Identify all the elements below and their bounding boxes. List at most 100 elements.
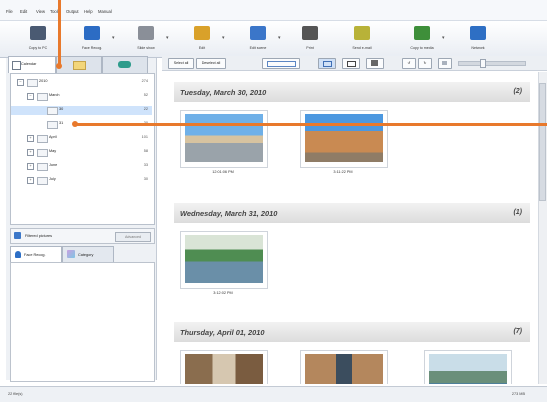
day-group-header[interactable]: Wednesday, March 31, 2010 (1) — [174, 203, 530, 223]
dropdown-caret-icon[interactable]: ▾ — [112, 35, 115, 41]
tree-item-count: 33 — [143, 163, 148, 167]
zoom-slider-handle[interactable] — [480, 59, 486, 68]
rotate-left-button[interactable]: ↺ — [402, 58, 416, 69]
tree-item[interactable]: − March 52 — [11, 92, 152, 101]
tree-item-count: 30 — [143, 177, 148, 181]
rotate-right-icon: ↻ — [423, 61, 427, 65]
tree-expander-icon[interactable]: + — [27, 177, 34, 184]
menu-item-edit[interactable]: Edit — [20, 9, 27, 14]
calendar-folder-icon — [37, 135, 48, 143]
tree-item[interactable]: + April 101 — [11, 134, 152, 143]
tree-item[interactable]: + June 33 — [11, 162, 152, 171]
sort-button[interactable] — [366, 58, 384, 69]
single-view-button[interactable] — [342, 58, 360, 69]
slide-show-button[interactable]: Slide show — [126, 24, 166, 54]
edit-scene-button[interactable]: Edit scene — [238, 24, 278, 54]
photo-thumbnail[interactable] — [300, 110, 388, 168]
edit-button[interactable]: Edit — [182, 24, 222, 54]
tree-item-label: 31 — [59, 121, 64, 125]
day-title: Thursday, April 01, 2010 — [180, 328, 265, 337]
dropdown-caret-icon[interactable]: ▾ — [166, 35, 169, 41]
callout-line-vertical — [58, 0, 61, 66]
calendar-folder-icon — [37, 93, 48, 101]
advanced-button[interactable]: Advanced — [115, 232, 151, 242]
day-title: Tuesday, March 30, 2010 — [180, 88, 267, 97]
dropdown-caret-icon[interactable]: ▾ — [442, 35, 445, 41]
tree-expander-icon[interactable]: + — [27, 135, 34, 142]
filter-label: Filtered pictures — [25, 234, 53, 238]
calendar-folder-icon — [37, 149, 48, 157]
photo-image — [429, 354, 507, 384]
print-button[interactable]: Print — [290, 24, 330, 54]
select-all-button[interactable]: Select all — [168, 58, 194, 69]
compare-view-button[interactable] — [262, 58, 300, 69]
photo-thumbnail[interactable] — [180, 110, 268, 168]
photo-thumbnail[interactable] — [300, 350, 388, 384]
photo-image — [305, 114, 383, 162]
tab-face-recog[interactable]: Face Recog. — [10, 246, 62, 263]
network-icon — [470, 26, 486, 40]
photo-thumbnail[interactable] — [180, 231, 268, 289]
single-view-icon — [347, 61, 356, 67]
copy-to-pc-button[interactable]: Copy to PC — [18, 24, 58, 54]
edit-icon — [194, 26, 210, 40]
filter-bar: Filtered pictures Advanced — [10, 228, 155, 244]
tree-expander-icon[interactable]: − — [17, 79, 24, 86]
menu-item-file[interactable]: File — [6, 9, 13, 14]
tree-expander-icon[interactable]: + — [27, 149, 34, 156]
menu-item-view[interactable]: View — [36, 9, 45, 14]
rotate-right-button[interactable]: ↻ — [418, 58, 432, 69]
copy-to-media-button[interactable]: Copy to media — [402, 24, 442, 54]
deselect-all-button[interactable]: Deselect all — [196, 58, 226, 69]
day-group-header[interactable]: Thursday, April 01, 2010 (7) — [174, 322, 530, 342]
day-photo-count: (7) — [513, 328, 522, 335]
person-icon — [15, 251, 21, 258]
category-icon — [67, 250, 75, 258]
day-photo-count: (1) — [513, 209, 522, 216]
face-recog-panel — [10, 262, 155, 382]
thumbnail-view-button[interactable] — [318, 58, 336, 69]
tab-category[interactable]: Category — [62, 246, 114, 263]
network-button[interactable]: Network — [458, 24, 498, 54]
scrollbar-thumb[interactable] — [539, 83, 546, 201]
calendar-folder-icon — [37, 177, 48, 185]
calendar-folder-icon — [37, 163, 48, 171]
toolbar-label: Edit scene — [249, 46, 267, 50]
status-size: 273 MB — [511, 392, 525, 396]
zoom-slider[interactable] — [458, 61, 526, 66]
copy-to-media-icon — [414, 26, 430, 40]
rotate-left-icon: ↺ — [407, 61, 411, 65]
dropdown-caret-icon[interactable]: ▾ — [278, 35, 281, 41]
tree-item[interactable]: + May 58 — [11, 148, 152, 157]
face-recog-button[interactable]: Face Recog. — [72, 24, 112, 54]
tree-item-count: 58 — [143, 149, 148, 153]
tab-folder[interactable] — [56, 56, 102, 73]
info-button[interactable] — [438, 58, 452, 69]
menu-item-help[interactable]: Help — [84, 9, 93, 14]
toolbar-label: Print — [306, 46, 314, 50]
dropdown-caret-icon[interactable]: ▾ — [222, 35, 225, 41]
tree-item-count: 101 — [141, 135, 148, 139]
tree-item[interactable]: − 2010 274 — [11, 78, 152, 87]
calendar-folder-icon — [27, 79, 38, 87]
tab-face-recog-label: Face Recog. — [24, 253, 46, 257]
tree-item[interactable]: + July 30 — [11, 176, 152, 185]
photo-thumbnail[interactable] — [424, 350, 512, 384]
photo-time: 12:01:06 PM — [212, 170, 234, 174]
send-e-mail-button[interactable]: Send e-mail — [342, 24, 382, 54]
photo-image — [305, 354, 383, 384]
tab-tags[interactable] — [102, 56, 148, 73]
toolbar-label: Network — [471, 46, 485, 50]
face-recognition-icon — [84, 26, 100, 40]
info-icon — [442, 61, 447, 65]
tree-expander-icon[interactable]: + — [27, 163, 34, 170]
compare-view-icon — [267, 61, 296, 67]
tree-expander-icon[interactable]: − — [27, 93, 34, 100]
day-group-header[interactable]: Tuesday, March 30, 2010 (2) — [174, 82, 530, 102]
tree-item[interactable]: 30 22 — [11, 106, 152, 115]
tag-icon — [118, 61, 131, 68]
menu-item-manual[interactable]: Manual — [98, 9, 112, 14]
tab-calendar[interactable]: Calendar — [8, 56, 56, 73]
photo-thumbnail[interactable] — [180, 350, 268, 384]
menu-item-output[interactable]: Output — [66, 9, 79, 14]
